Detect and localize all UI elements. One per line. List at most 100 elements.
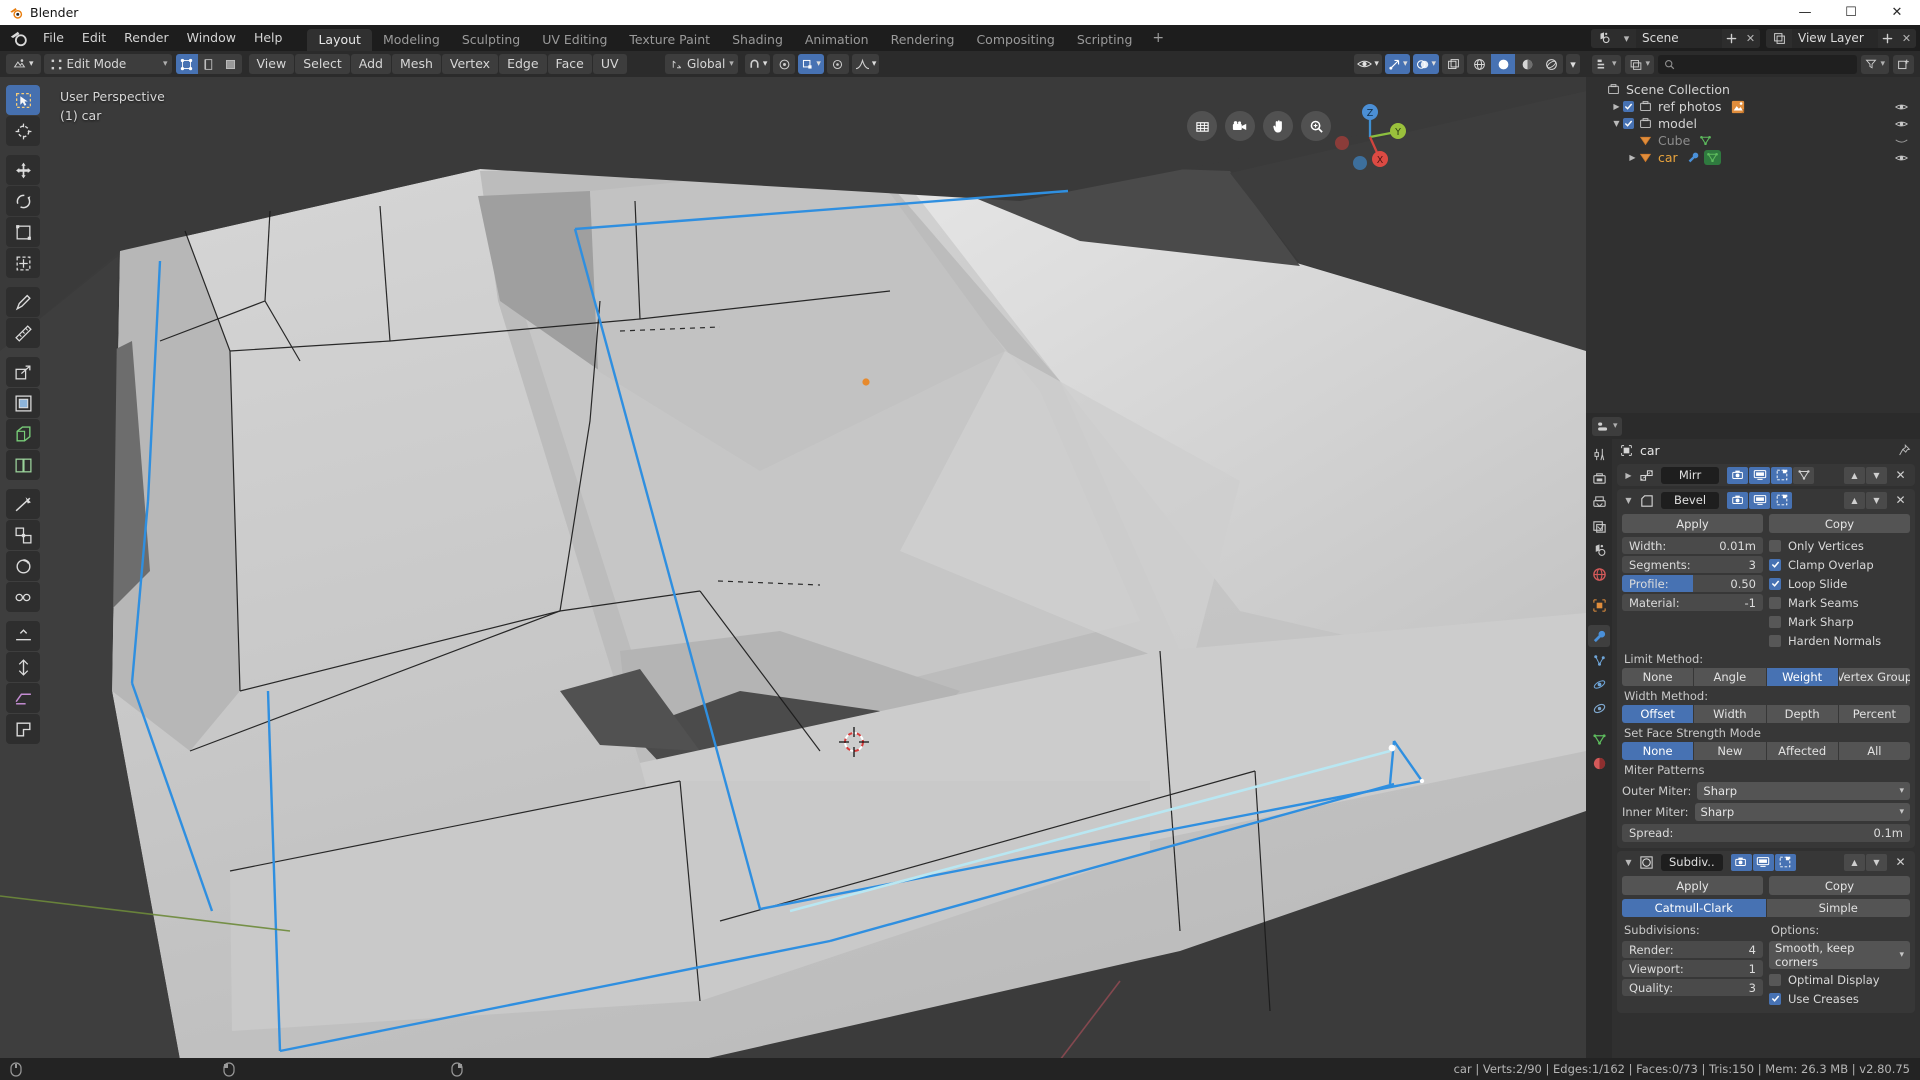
bevel-option-loop-slide[interactable]: Loop Slide — [1769, 575, 1910, 592]
edge-select-icon[interactable] — [197, 54, 220, 74]
new-view-layer-button[interactable] — [1878, 28, 1897, 48]
bevel-field-width[interactable]: Width: 0.01m — [1622, 537, 1763, 554]
delete-modifier-button[interactable]: ✕ — [1891, 467, 1910, 484]
disclosure-triangle[interactable]: ▼ — [1610, 119, 1623, 128]
copy-modifier-button[interactable]: Copy — [1769, 876, 1910, 895]
bevel-field-segments[interactable]: Segments: 3 — [1622, 556, 1763, 573]
modifier-expand-triangle[interactable]: ▼ — [1622, 496, 1635, 505]
subdiv-algo-catmull-clark[interactable]: Catmull-Clark — [1622, 899, 1766, 917]
show-overlays-icon[interactable]: ▾ — [1413, 54, 1439, 74]
workspace-tab-modeling[interactable]: Modeling — [372, 29, 451, 51]
workspace-tab-compositing[interactable]: Compositing — [965, 29, 1065, 51]
inset-faces-tool[interactable] — [6, 388, 40, 418]
show-gizmo-icon[interactable]: ▾ — [1384, 54, 1411, 74]
copy-modifier-button[interactable]: Copy — [1769, 514, 1910, 533]
maximize-button[interactable]: ☐ — [1828, 0, 1874, 25]
transform-orientation-selector[interactable]: Global ▾ — [665, 54, 738, 74]
workspace-tab-sculpting[interactable]: Sculpting — [451, 29, 531, 51]
spin-tool[interactable] — [6, 551, 40, 581]
subdiv-option-use-creases[interactable]: Use Creases — [1769, 990, 1910, 1007]
falloff-curve-icon[interactable]: ▾ — [851, 54, 880, 74]
hide-in-viewport-icon[interactable] — [1895, 102, 1908, 112]
realtime-toggle-icon[interactable] — [1749, 466, 1770, 484]
modifier-panel-mirror[interactable]: ▶ Mirr ▲ ▼ ✕ — [1617, 464, 1915, 486]
rotate-tool[interactable] — [6, 186, 40, 216]
face-select-icon[interactable] — [219, 54, 242, 74]
face-strength-affected[interactable]: Affected — [1766, 742, 1838, 760]
toggle-orthographic-icon[interactable] — [1187, 111, 1217, 141]
viewport-menu-select[interactable]: Select — [295, 54, 350, 74]
image-icon[interactable]: 3 — [1731, 100, 1745, 114]
properties-tab-view-layer[interactable] — [1588, 515, 1610, 537]
limit-method-angle[interactable]: Angle — [1694, 668, 1766, 686]
shading-rendered-icon[interactable] — [1539, 54, 1563, 74]
properties-tab-modifier-wrench[interactable] — [1588, 625, 1610, 647]
poly-build-tool[interactable] — [6, 520, 40, 550]
disclosure-triangle[interactable]: ▶ — [1626, 153, 1639, 162]
on-cage-toggle-icon[interactable] — [1793, 466, 1814, 484]
outliner-row[interactable]: ▶ ref photos 3 — [1586, 98, 1920, 115]
transform-tool[interactable] — [6, 248, 40, 278]
spread-field[interactable]: Spread: 0.1m — [1622, 824, 1910, 842]
subdivision-algorithm-segmented[interactable]: Catmull-Clark Simple — [1622, 899, 1910, 917]
disclosure-triangle[interactable]: ▶ — [1610, 102, 1623, 111]
scene-selector[interactable]: ▾ Scene ✕ — [1591, 28, 1760, 48]
extrude-region-tool[interactable] — [6, 357, 40, 387]
modifier-name[interactable]: Subdiv.. — [1661, 853, 1723, 871]
outliner-row[interactable]: Scene Collection — [1586, 81, 1920, 98]
move-modifier-down-button[interactable]: ▼ — [1866, 466, 1887, 484]
properties-tab-physics[interactable] — [1588, 673, 1610, 695]
width-method-percent[interactable]: Percent — [1838, 705, 1910, 723]
scene-name[interactable]: Scene — [1636, 28, 1722, 48]
outliner-row[interactable]: ▼ model — [1586, 115, 1920, 132]
workspace-tab-texture-paint[interactable]: Texture Paint — [618, 29, 721, 51]
properties-tab-tool[interactable] — [1588, 443, 1610, 465]
view-layer-selector[interactable]: View Layer ✕ — [1766, 28, 1916, 48]
menu-file[interactable]: File — [34, 28, 73, 48]
subdiv-field-render[interactable]: Render: 4 — [1622, 941, 1763, 958]
modifier-wrench-icon[interactable] — [1687, 151, 1700, 164]
properties-tab-scene[interactable] — [1588, 539, 1610, 561]
viewport-menu-edge[interactable]: Edge — [499, 54, 547, 74]
outliner-row[interactable]: ▶ car — [1586, 149, 1920, 166]
render-toggle-icon[interactable] — [1727, 466, 1748, 484]
camera-view-icon[interactable] — [1225, 111, 1255, 141]
mesh-data-icon[interactable] — [1699, 134, 1712, 147]
viewport-menu-view[interactable]: View — [248, 54, 295, 74]
viewport-3d-scene[interactable] — [0, 51, 1586, 1060]
move-modifier-down-button[interactable]: ▼ — [1866, 853, 1887, 871]
viewport-menu-add[interactable]: Add — [350, 54, 391, 74]
delete-modifier-button[interactable]: ✕ — [1891, 492, 1910, 509]
checkbox[interactable] — [1769, 615, 1781, 628]
viewport-menu-face[interactable]: Face — [547, 54, 592, 74]
checkbox[interactable] — [1769, 992, 1781, 1005]
move-tool[interactable] — [6, 155, 40, 185]
workspace-tab-uv-editing[interactable]: UV Editing — [531, 29, 618, 51]
menu-render[interactable]: Render — [115, 28, 178, 48]
outliner-tree[interactable]: Scene Collection ▶ ref photos 3 ▼ model Cube ▶ c… — [1586, 77, 1920, 166]
object-visibility-icon[interactable]: ▾ — [1354, 54, 1382, 74]
apply-modifier-button[interactable]: Apply — [1622, 876, 1763, 895]
subdiv-field-quality[interactable]: Quality: 3 — [1622, 979, 1763, 996]
rip-region-tool[interactable] — [6, 714, 40, 744]
interaction-mode-selector[interactable]: Edit Mode ▾ — [43, 54, 172, 74]
properties-tab-column[interactable] — [1586, 439, 1612, 1060]
properties-tab-material[interactable] — [1588, 752, 1610, 774]
properties-content[interactable]: car ▶ Mirr ▲ ▼ ✕ ▼ Bevel ▲ ▼ ✕ Apply Copy Width: 0.01… — [1612, 439, 1920, 1060]
3d-viewport[interactable]: ▾ Edit Mode ▾ View Select Add Mesh Verte… — [0, 51, 1586, 1060]
uv-smooth-select[interactable]: Smooth, keep corners ▾ — [1769, 941, 1910, 969]
subdiv-algo-simple[interactable]: Simple — [1766, 899, 1910, 917]
width-method-segmented[interactable]: Offset Width Depth Percent — [1622, 705, 1910, 723]
blender-menu-icon[interactable] — [9, 29, 28, 48]
remove-view-layer-button[interactable]: ✕ — [1897, 28, 1916, 48]
bevel-tool[interactable] — [6, 419, 40, 449]
modifier-header[interactable]: ▼ Subdiv.. ▲ ▼ ✕ — [1617, 851, 1915, 873]
edit-mode-toggle-icon[interactable] — [1774, 853, 1796, 871]
zoom-view-icon[interactable] — [1301, 111, 1331, 141]
properties-editor[interactable]: ▾ car ▶ Mirr ▲ ▼ ✕ ▼ Bevel ▲ ▼ ✕ Apply Copy Width: 0.… — [1586, 413, 1920, 1060]
outliner-search-input[interactable] — [1658, 54, 1858, 74]
outliner-display-mode-icon[interactable]: ▾ — [1624, 54, 1655, 74]
outliner-editor-type-icon[interactable]: ▾ — [1592, 54, 1621, 74]
width-method-depth[interactable]: Depth — [1766, 705, 1838, 723]
limit-method-vertex-group[interactable]: Vertex Group — [1838, 668, 1910, 686]
